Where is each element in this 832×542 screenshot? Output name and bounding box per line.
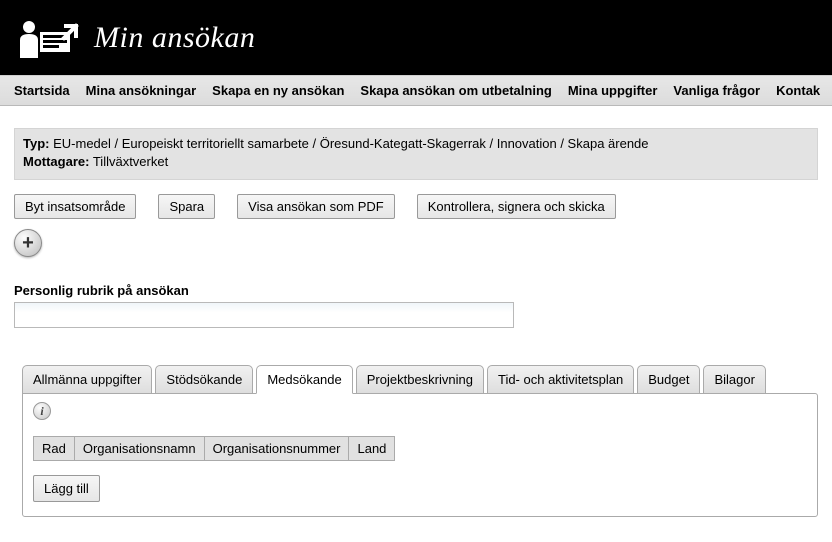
info-mottagare-label: Mottagare: — [23, 154, 89, 169]
plus-icon: + — [22, 233, 34, 253]
info-mottagare-row: Mottagare: Tillväxtverket — [23, 153, 809, 171]
th-organisationsnamn: Organisationsnamn — [74, 437, 204, 461]
nav-startsida[interactable]: Startsida — [14, 83, 70, 98]
action-toolbar: Byt insatsområde Spara Visa ansökan som … — [14, 194, 818, 219]
table-header-row: Rad Organisationsnamn Organisationsnumme… — [34, 437, 395, 461]
info-typ-label: Typ: — [23, 136, 49, 151]
tabs-container: Allmänna uppgifter Stödsökande Medsökand… — [22, 364, 818, 517]
tab-projektbeskrivning[interactable]: Projektbeskrivning — [356, 365, 484, 394]
spara-button[interactable]: Spara — [158, 194, 215, 219]
lagg-till-button[interactable]: Lägg till — [33, 475, 100, 502]
info-typ-row: Typ: EU-medel / Europeiskt territoriellt… — [23, 135, 809, 153]
coapplicant-table: Rad Organisationsnamn Organisationsnumme… — [33, 436, 395, 461]
info-icon[interactable]: i — [33, 402, 51, 420]
logo-group: Min ansökan — [18, 18, 255, 58]
app-logo-icon — [18, 18, 80, 58]
tab-bilagor[interactable]: Bilagor — [703, 365, 765, 394]
tab-row: Allmänna uppgifter Stödsökande Medsökand… — [22, 364, 818, 393]
nav-skapa-utbetalning[interactable]: Skapa ansökan om utbetalning — [360, 83, 551, 98]
application-info: Typ: EU-medel / Europeiskt territoriellt… — [14, 128, 818, 180]
tab-stodsokande[interactable]: Stödsökande — [155, 365, 253, 394]
main-nav: Startsida Mina ansökningar Skapa en ny a… — [0, 75, 832, 106]
site-title: Min ansökan — [94, 21, 255, 55]
byt-insatsomrade-button[interactable]: Byt insatsområde — [14, 194, 136, 219]
visa-pdf-button[interactable]: Visa ansökan som PDF — [237, 194, 395, 219]
th-rad: Rad — [34, 437, 75, 461]
kontrollera-button[interactable]: Kontrollera, signera och skicka — [417, 194, 616, 219]
header-bar: Min ansökan — [0, 0, 832, 75]
add-icon-button[interactable]: + — [14, 229, 42, 257]
tab-panel-medsokande: i Rad Organisationsnamn Organisationsnum… — [22, 393, 818, 517]
info-mottagare-value: Tillväxtverket — [93, 154, 168, 169]
info-typ-value: EU-medel / Europeiskt territoriellt sama… — [53, 136, 648, 151]
nav-mina-ansokningar[interactable]: Mina ansökningar — [86, 83, 197, 98]
nav-mina-uppgifter[interactable]: Mina uppgifter — [568, 83, 658, 98]
nav-vanliga-fragor[interactable]: Vanliga frågor — [673, 83, 760, 98]
personal-heading-input[interactable] — [14, 302, 514, 328]
personal-heading-label: Personlig rubrik på ansökan — [14, 283, 818, 298]
nav-kontakt[interactable]: Kontak — [776, 83, 820, 98]
tab-budget[interactable]: Budget — [637, 365, 700, 394]
th-land: Land — [349, 437, 395, 461]
nav-skapa-ny[interactable]: Skapa en ny ansökan — [212, 83, 344, 98]
th-organisationsnummer: Organisationsnummer — [204, 437, 349, 461]
tab-medsokande[interactable]: Medsökande — [256, 365, 352, 394]
tab-tid-aktivitet[interactable]: Tid- och aktivitetsplan — [487, 365, 634, 394]
tab-allmanna[interactable]: Allmänna uppgifter — [22, 365, 152, 394]
